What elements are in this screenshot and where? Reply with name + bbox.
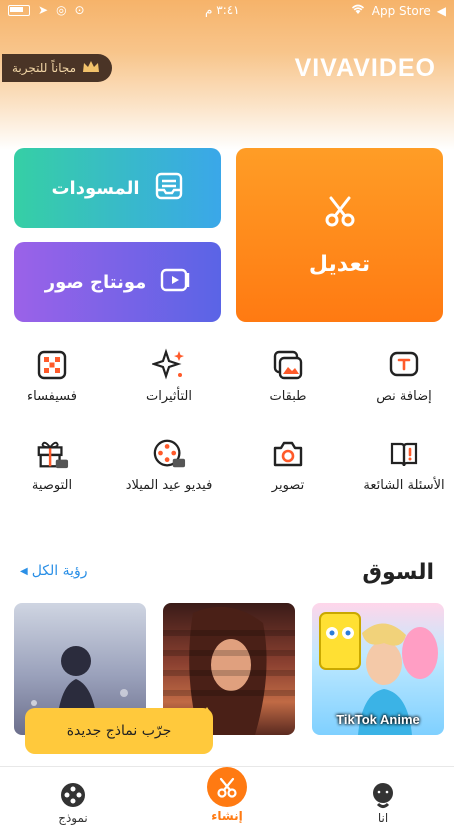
status-left: ➤ ◎ ⊙ xyxy=(8,3,85,17)
edit-label: تعديل xyxy=(308,251,371,277)
scissors-icon xyxy=(207,767,247,807)
free-trial-label: مجاناً للتجربة xyxy=(12,61,77,75)
layers-icon xyxy=(271,348,305,382)
mosaic-icon xyxy=(35,348,69,382)
tool-recommendation[interactable]: التوصية xyxy=(0,437,107,494)
tool-label: الأسئلة الشائعة xyxy=(363,478,445,493)
status-time: ٣:٤١ م xyxy=(205,3,240,17)
app-logo: VIVAVIDEO xyxy=(294,54,436,82)
crown-icon xyxy=(82,60,100,77)
camera-icon xyxy=(271,437,305,471)
tool-label: التأثيرات xyxy=(145,389,193,404)
sparkle-icon xyxy=(152,348,186,382)
photo-montage-label: مونتاج صور xyxy=(44,271,147,293)
wifi-icon xyxy=(350,3,366,18)
scissors-icon xyxy=(323,194,357,234)
see-all-link[interactable]: رؤية الكل ◀ xyxy=(20,563,88,579)
faq-icon xyxy=(387,437,421,471)
drafts-icon xyxy=(154,171,184,206)
tool-effects[interactable]: التأثيرات xyxy=(114,348,224,405)
tool-label: فسيفساء xyxy=(27,389,77,404)
tab-templates[interactable]: نموذج xyxy=(38,781,108,825)
back-arrow-icon[interactable]: ◀ xyxy=(437,4,446,18)
tool-label: فيديو عيد الميلاد xyxy=(125,478,213,493)
tab-create-label: إنشاء xyxy=(211,809,243,823)
caret-left-icon: ◀ xyxy=(20,565,28,577)
tool-label: تصوير xyxy=(271,478,305,493)
tab-templates-label: نموذج xyxy=(58,811,88,825)
template-thumbnail[interactable]: TikTok Anime xyxy=(312,603,444,735)
birthday-video-icon xyxy=(152,437,186,471)
tab-me[interactable]: انا xyxy=(348,781,418,825)
new-templates-tooltip[interactable]: جرّب نماذج جديدة xyxy=(25,708,213,754)
see-all-label: رؤية الكل xyxy=(31,563,88,579)
tool-add-text[interactable]: إضافة نص xyxy=(349,348,454,405)
free-trial-button[interactable]: مجاناً للتجربة xyxy=(2,54,113,82)
profile-icon xyxy=(369,781,397,809)
tool-camera[interactable]: تصوير xyxy=(233,437,343,494)
film-reel-icon xyxy=(59,781,87,809)
bottom-tab-bar: انا إنشاء نموذج xyxy=(0,766,454,827)
tool-label: طبقات xyxy=(269,389,307,404)
market-title: السوق xyxy=(362,560,434,585)
drafts-label: المسودات xyxy=(51,177,140,199)
gift-icon xyxy=(35,437,69,471)
slideshow-icon xyxy=(160,267,190,298)
alarm-icon: ◎ xyxy=(56,3,67,17)
tab-me-label: انا xyxy=(377,811,389,825)
text-icon xyxy=(387,348,421,382)
status-bar: ➤ ◎ ⊙ ٣:٤١ م App Store ◀ xyxy=(0,0,454,22)
edit-card[interactable]: تعديل xyxy=(236,148,443,322)
drafts-card[interactable]: المسودات xyxy=(14,148,221,228)
tool-layers[interactable]: طبقات xyxy=(233,348,343,405)
tool-birthday-video[interactable]: فيديو عيد الميلاد xyxy=(114,437,224,494)
lock-rotation-icon: ⊙ xyxy=(74,3,85,17)
tool-faq[interactable]: الأسئلة الشائعة xyxy=(349,437,454,494)
battery-icon xyxy=(8,4,30,16)
thumbnail-caption: TikTok Anime xyxy=(336,712,420,727)
status-right: App Store ◀ xyxy=(350,3,446,18)
tool-mosaic[interactable]: فسيفساء xyxy=(0,348,107,405)
tool-label: إضافة نص xyxy=(376,389,432,404)
photo-montage-card[interactable]: مونتاج صور xyxy=(14,242,221,322)
tab-create[interactable]: إنشاء xyxy=(192,767,262,823)
tool-label: التوصية xyxy=(31,478,73,493)
location-icon: ➤ xyxy=(38,3,49,17)
carrier-label: App Store xyxy=(371,3,431,18)
